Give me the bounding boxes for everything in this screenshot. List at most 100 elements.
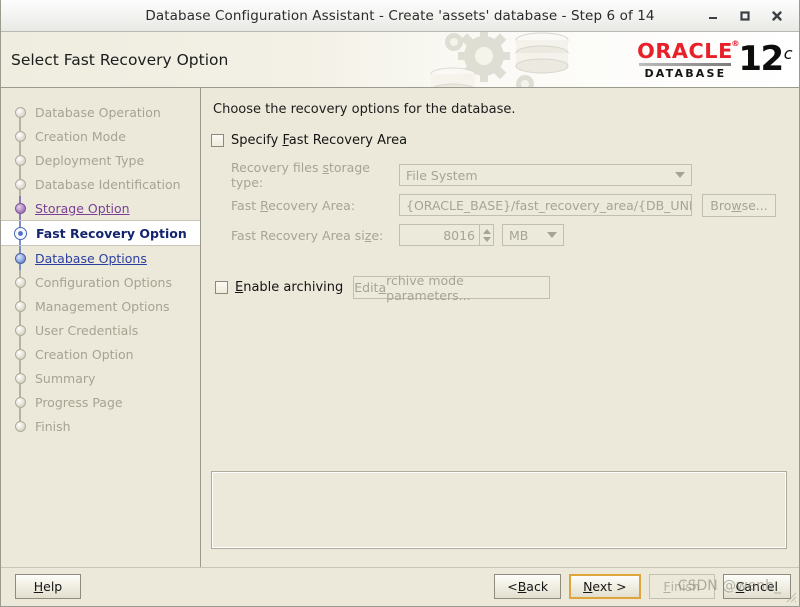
fra-size-input[interactable]: 8016 xyxy=(399,224,479,246)
chevron-down-icon xyxy=(547,232,557,238)
sidebar-item-user-credentials: User Credentials xyxy=(1,318,200,342)
storage-type-select[interactable]: File System xyxy=(399,164,692,186)
minimize-icon[interactable] xyxy=(705,8,721,24)
fra-size-spin-arrows[interactable] xyxy=(479,224,494,246)
oracle-version-suffix: c xyxy=(783,43,793,63)
cancel-button[interactable]: Cancel xyxy=(722,574,791,599)
steps-list: Database Operation Creation Mode Deploymen… xyxy=(1,100,200,438)
gears-database-artwork xyxy=(430,32,569,87)
sidebar-item-database-operation: Database Operation xyxy=(1,100,200,124)
finish-button: Finish xyxy=(648,574,715,599)
step-status-icon xyxy=(15,372,26,384)
fra-fields-group: Recovery files storage type: File System… xyxy=(231,160,787,250)
oracle-trademark: ® xyxy=(731,38,741,48)
sidebar-item-label: Deployment Type xyxy=(35,152,145,168)
resize-grip-icon[interactable] xyxy=(785,591,797,603)
storage-type-label: Recovery files storage type: xyxy=(231,160,370,190)
chevron-down-icon xyxy=(675,172,685,178)
step-status-icon xyxy=(15,348,26,360)
sidebar-item-database-options[interactable]: Database Options xyxy=(1,246,200,270)
next-button[interactable]: Next > xyxy=(569,574,641,599)
fra-size-unit-select[interactable]: MB xyxy=(502,224,564,246)
sidebar-item-creation-option: Creation Option xyxy=(1,342,200,366)
sidebar-item-summary: Summary xyxy=(1,366,200,390)
dialog-footer: Help < Back Next > Finish Cancel CSDN @w… xyxy=(1,567,799,605)
sidebar-item-label: Progress Page xyxy=(35,394,123,410)
sidebar-item-label: Database Identification xyxy=(35,176,181,192)
enable-archiving-label: Enable archiving xyxy=(235,280,344,295)
oracle-version: 12 c xyxy=(738,38,793,79)
step-status-icon xyxy=(15,178,26,190)
sidebar-item-storage-option[interactable]: Storage Option xyxy=(1,196,200,220)
page-banner: Select Fast Recovery Option ORACLE ® DAT… xyxy=(1,32,799,88)
footer-actions: < Back Next > Finish Cancel xyxy=(494,574,791,599)
fra-size-stepper[interactable]: 8016 xyxy=(399,224,494,246)
enable-archiving-row: Enable archiving Edit a rchive mode param… xyxy=(215,273,787,303)
help-button[interactable]: Help xyxy=(15,574,81,599)
sidebar-item-finish: Finish xyxy=(1,414,200,438)
specify-fra-row[interactable]: Specify Fast Recovery Area xyxy=(211,133,787,148)
step-status-icon xyxy=(15,154,26,166)
intro-text: Choose the recovery options for the data… xyxy=(213,102,516,117)
dialog-body: Database Operation Creation Mode Deploymen… xyxy=(1,88,799,567)
main-content: Choose the recovery options for the data… xyxy=(201,88,799,567)
page-title: Select Fast Recovery Option xyxy=(11,50,229,69)
step-status-icon xyxy=(15,276,26,288)
oracle-version-number: 12 xyxy=(738,38,784,79)
close-icon[interactable] xyxy=(769,8,785,24)
sidebar-item-label: Database Operation xyxy=(35,104,161,120)
sidebar-item-label: Finish xyxy=(35,418,71,434)
spinner-up-icon[interactable] xyxy=(482,228,491,234)
step-status-icon xyxy=(15,300,26,312)
fra-size-unit-value: MB xyxy=(509,227,529,243)
sidebar-item-label: Creation Mode xyxy=(35,128,126,144)
sidebar-item-deployment-type: Deployment Type xyxy=(1,148,200,172)
browse-button[interactable]: Bro w se... xyxy=(702,193,776,217)
oracle-product-text: DATABASE xyxy=(644,66,727,80)
sidebar-item-configuration-options: Configuration Options xyxy=(1,270,200,294)
dialog-window: Database Configuration Assistant - Creat… xyxy=(0,0,800,607)
oracle-divider xyxy=(639,62,732,66)
specify-fra-checkbox[interactable] xyxy=(211,134,224,147)
steps-sidebar: Database Operation Creation Mode Deploymen… xyxy=(1,88,201,567)
step-status-icon xyxy=(15,106,26,118)
window-title: Database Configuration Assistant - Creat… xyxy=(145,7,655,24)
fra-path-input[interactable]: {ORACLE_BASE}/fast_recovery_area/{DB_UNI… xyxy=(399,194,692,216)
step-status-icon xyxy=(15,252,26,264)
back-button[interactable]: < Back xyxy=(494,574,562,599)
sidebar-item-creation-mode: Creation Mode xyxy=(1,124,200,148)
step-status-icon xyxy=(15,324,26,336)
oracle-logo: ORACLE ® DATABASE 12 c xyxy=(637,38,793,80)
sidebar-item-management-options: Management Options xyxy=(1,294,200,318)
sidebar-item-label: Storage Option xyxy=(35,200,130,216)
storage-type-value: File System xyxy=(406,167,478,183)
message-panel xyxy=(211,471,787,549)
sidebar-item-label: Fast Recovery Option xyxy=(36,225,187,241)
fra-size-row: Fast Recovery Area size: 8016 MB xyxy=(231,220,787,250)
sidebar-item-label: Creation Option xyxy=(35,346,134,362)
step-status-icon xyxy=(15,420,26,432)
sidebar-item-label: Configuration Options xyxy=(35,274,172,290)
sidebar-item-label: Management Options xyxy=(35,298,170,314)
step-status-icon xyxy=(15,130,26,142)
step-status-icon xyxy=(15,202,26,214)
fra-size-label: Fast Recovery Area size: xyxy=(231,227,384,243)
step-status-icon xyxy=(15,396,26,408)
step-status-icon xyxy=(14,226,27,240)
enable-archiving-checkbox[interactable] xyxy=(215,281,228,294)
sidebar-item-database-identification: Database Identification xyxy=(1,172,200,196)
fra-path-label: Fast Recovery Area: xyxy=(231,197,356,213)
specify-fra-label: Specify Fast Recovery Area xyxy=(231,133,408,148)
sidebar-item-label: User Credentials xyxy=(35,322,139,338)
sidebar-item-progress-page: Progress Page xyxy=(1,390,200,414)
window-controls xyxy=(705,0,791,31)
sidebar-item-label: Database Options xyxy=(35,250,147,266)
edit-archive-parameters-button[interactable]: Edit a rchive mode parameters... xyxy=(353,273,551,303)
sidebar-item-fast-recovery-option[interactable]: Fast Recovery Option xyxy=(1,220,200,246)
title-bar: Database Configuration Assistant - Creat… xyxy=(1,0,799,32)
spinner-down-icon[interactable] xyxy=(482,236,491,242)
maximize-icon[interactable] xyxy=(737,8,753,24)
oracle-wordmark: ORACLE ® DATABASE xyxy=(637,38,741,80)
oracle-brand-text: ORACLE ® xyxy=(637,38,741,63)
fra-path-row: Fast Recovery Area: {ORACLE_BASE}/fast_r… xyxy=(231,190,787,220)
